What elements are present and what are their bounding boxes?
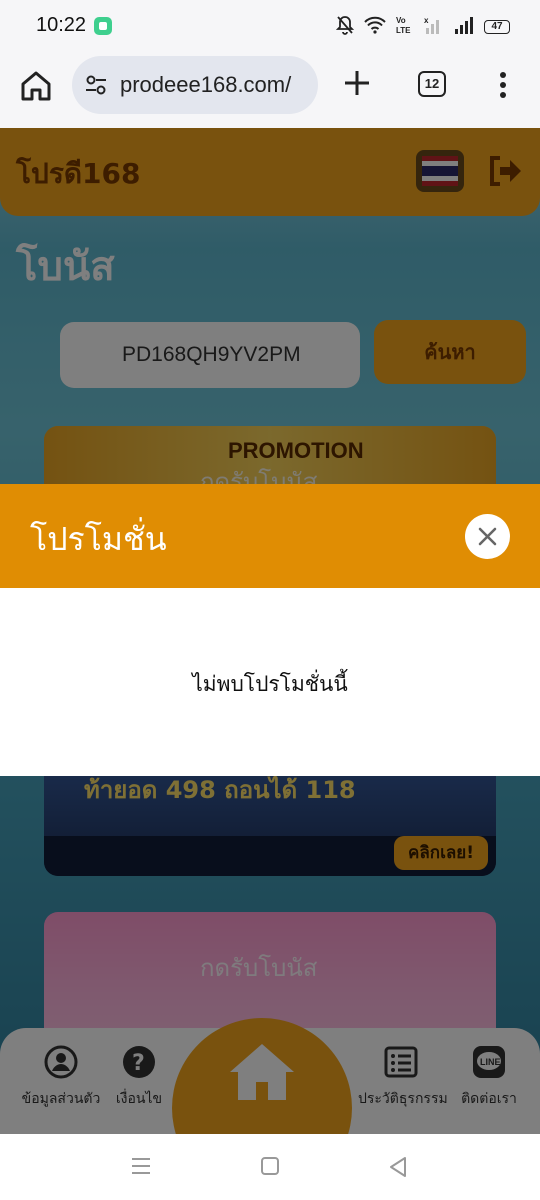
status-icons: Vo LTE x 47 [335, 15, 510, 39]
overflow-menu-icon[interactable] [498, 70, 508, 100]
address-bar[interactable]: prodeee168.com/ [72, 56, 318, 114]
back-icon[interactable] [388, 1156, 408, 1178]
home-icon[interactable] [18, 68, 54, 104]
wifi-icon [364, 16, 386, 38]
system-nav-bar [0, 1134, 540, 1200]
signal-x-icon: x [424, 16, 444, 38]
app-notification-icon [94, 17, 112, 35]
modal-message: ไม่พบโปรโมชั่นนี้ [192, 672, 348, 696]
modal-body: ไม่พบโปรโมชั่นนี้ [0, 588, 540, 776]
volte-icon: Vo LTE [396, 15, 414, 39]
modal-header: โปรโมชั่น [0, 484, 540, 588]
url-text[interactable]: prodeee168.com/ [120, 72, 291, 98]
status-time: 10:22 [36, 14, 87, 36]
new-tab-plus-icon[interactable] [342, 68, 372, 98]
recent-apps-icon[interactable] [130, 1156, 152, 1176]
home-nav-icon[interactable] [260, 1156, 280, 1176]
site-settings-icon[interactable] [84, 74, 108, 96]
tab-switcher[interactable]: 12 [418, 71, 446, 97]
svg-text:LTE: LTE [396, 26, 411, 35]
close-icon [478, 527, 497, 546]
promotion-modal: โปรโมชั่น ไม่พบโปรโมชั่นนี้ [0, 484, 540, 776]
notifications-muted-icon [335, 15, 355, 39]
close-button[interactable] [465, 514, 510, 559]
svg-text:x: x [424, 16, 429, 25]
status-bar: 10:22 Vo LTE x 47 [0, 0, 540, 54]
modal-title: โปรโมชั่น [30, 520, 167, 558]
browser-toolbar: prodeee168.com/ 12 [0, 54, 540, 128]
signal-icon [454, 16, 474, 38]
battery-icon: 47 [484, 20, 510, 34]
svg-text:Vo: Vo [396, 16, 406, 25]
